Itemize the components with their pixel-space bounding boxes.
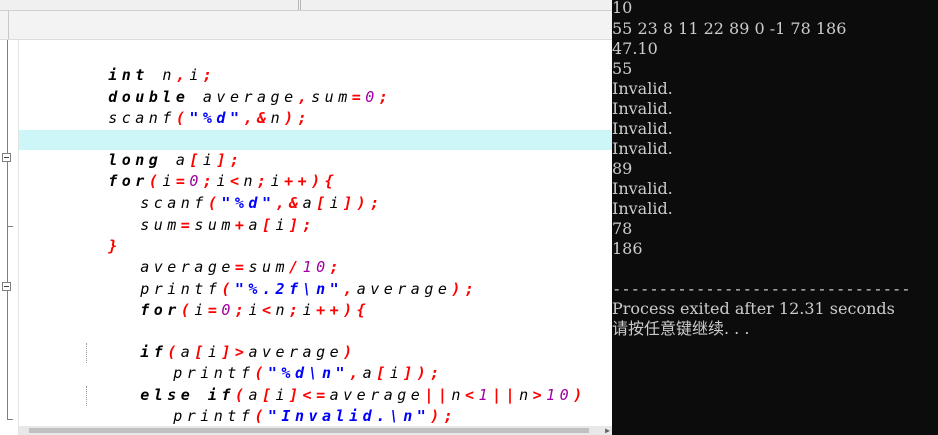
code-line[interactable]: } bbox=[54, 216, 612, 255]
code-line[interactable]: printf("%d\n",a[i]); bbox=[86, 343, 612, 382]
console-line: Invalid. bbox=[612, 79, 673, 98]
scroll-right-arrow-icon[interactable]: ▶ bbox=[605, 426, 610, 435]
code-line[interactable]: else if(a[i]<=average||n<1||n>10) bbox=[86, 365, 612, 404]
console-exit-message: Process exited after 12.31 seconds bbox=[612, 299, 895, 318]
fold-end-tick bbox=[7, 226, 13, 227]
code-line[interactable]: printf("%.2f\n",average); bbox=[86, 259, 612, 298]
console-line: 47.10 bbox=[612, 39, 658, 58]
code-line[interactable]: scanf("%d",&a[i]); bbox=[86, 173, 612, 212]
console-window[interactable]: 10 55 23 8 11 22 89 0 -1 78 186 47.10 55… bbox=[612, 0, 938, 435]
console-line: 89 bbox=[612, 159, 633, 178]
fold-collapse-icon[interactable] bbox=[2, 282, 11, 291]
code-line-empty[interactable] bbox=[86, 302, 612, 322]
console-line: 55 bbox=[612, 59, 633, 78]
editor-header-band bbox=[0, 11, 612, 40]
code-line[interactable]: scanf("%d",&n); bbox=[54, 88, 612, 127]
code-line[interactable]: sum=sum+a[i]; bbox=[86, 195, 612, 234]
code-line[interactable]: for(i=0;i<n;i++){ bbox=[86, 280, 612, 319]
code-line[interactable]: for(i=0;i<n;i++){ bbox=[54, 151, 612, 190]
code-line-highlighted[interactable]: long a[i]; bbox=[19, 130, 612, 169]
code-line[interactable]: if(a[i]>average) bbox=[86, 322, 612, 361]
scrollbar-thumb[interactable] bbox=[29, 428, 589, 433]
code-line[interactable]: i=n-1; bbox=[54, 109, 612, 148]
code-line[interactable]: } bbox=[20, 407, 612, 435]
console-separator: -------------------------------- bbox=[612, 280, 911, 298]
console-line: Invalid. bbox=[612, 99, 673, 118]
console-line: Invalid. bbox=[612, 179, 673, 198]
console-line: Invalid. bbox=[612, 199, 673, 218]
horizontal-scrollbar[interactable]: ▶ bbox=[19, 426, 612, 435]
code-editor[interactable]: int n,i; double average,sum=0; scanf("%d… bbox=[0, 0, 612, 435]
fold-end-tick bbox=[7, 419, 13, 420]
code-line[interactable]: double average,sum=0; bbox=[54, 67, 612, 106]
code-line[interactable]: printf("Invalid.\n"); bbox=[86, 386, 612, 425]
code-area[interactable]: int n,i; double average,sum=0; scanf("%d… bbox=[19, 40, 612, 435]
console-line: 55 23 8 11 22 89 0 -1 78 186 bbox=[612, 19, 847, 38]
console-line: Invalid. bbox=[612, 139, 673, 158]
code-line[interactable]: int n,i; bbox=[54, 45, 612, 84]
fold-collapse-icon[interactable] bbox=[2, 153, 11, 162]
fold-line bbox=[7, 40, 8, 420]
editor-tab-strip bbox=[0, 0, 612, 11]
editor-gutter bbox=[0, 40, 19, 435]
code-line[interactable]: average=sum/10; bbox=[86, 237, 612, 276]
console-line: 10 bbox=[612, 0, 633, 17]
console-line: 186 bbox=[612, 239, 643, 258]
console-press-any-key: 请按任意键继续. . . bbox=[612, 319, 750, 338]
console-line: Invalid. bbox=[612, 119, 673, 138]
console-line: 78 bbox=[612, 219, 633, 238]
